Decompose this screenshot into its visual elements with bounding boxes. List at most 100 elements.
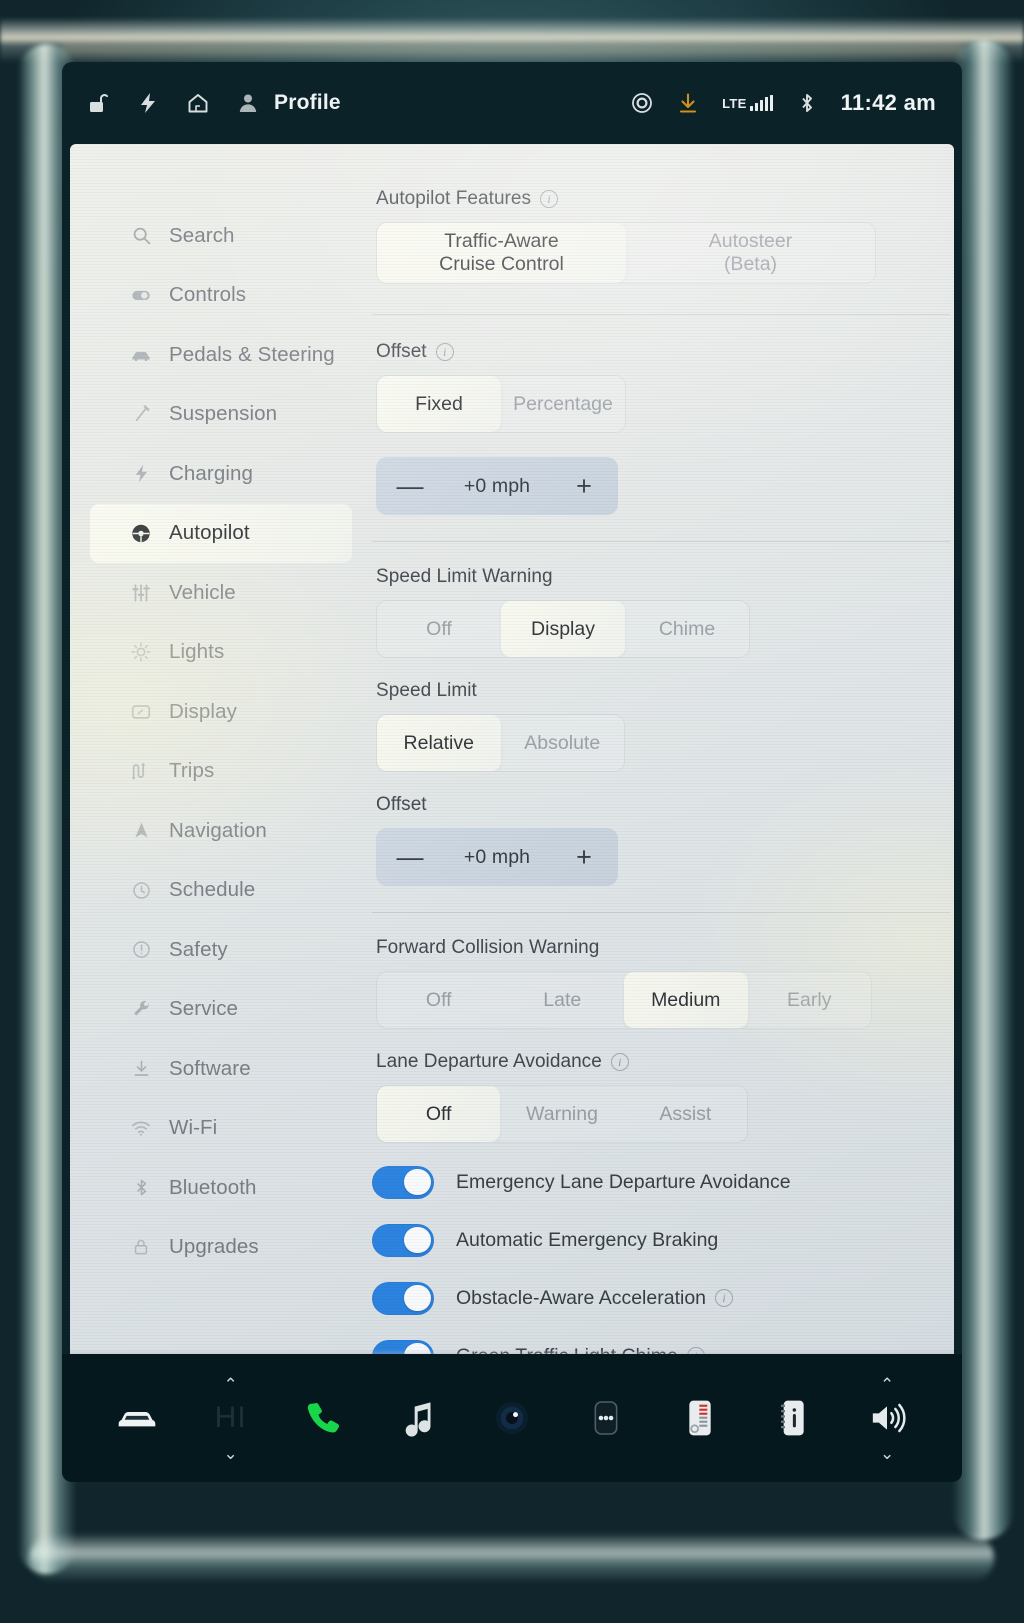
toggle-switch[interactable] [372, 1223, 434, 1257]
sidebar-item-wifi[interactable]: Wi-Fi [90, 1099, 352, 1159]
sidebar-item-navigation[interactable]: Navigation [90, 801, 352, 861]
sidebar-item-lights[interactable]: Lights [90, 623, 352, 683]
sidebar-item-schedule[interactable]: Schedule [90, 861, 352, 921]
forward-collision-warning-title-row: Forward Collision Warning [376, 937, 954, 959]
autopilot-features-title-row: Autopilot Features i [376, 188, 954, 210]
sidebar-item-label: Trips [169, 759, 215, 783]
cellular-signal-indicator: LTE [722, 95, 773, 111]
divider [372, 541, 950, 542]
software-download-icon[interactable] [676, 91, 700, 115]
toggle-switch[interactable] [372, 1165, 434, 1199]
sidebar-item-display[interactable]: Display [90, 682, 352, 742]
settings-panel: Search Controls Pedals & Steering Suspen… [70, 144, 954, 1354]
display-icon [130, 701, 152, 723]
sidebar-item-controls[interactable]: Controls [90, 266, 352, 326]
sidebar-item-safety[interactable]: Safety [90, 920, 352, 980]
toggle-row-automatic-emergency-braking[interactable]: Automatic Emergency Braking [372, 1211, 954, 1269]
offset-mode-option-fixed[interactable]: Fixed [377, 376, 501, 432]
unlock-icon[interactable] [86, 91, 110, 115]
charge-bolt-icon[interactable] [136, 91, 160, 115]
offset-value: +0 mph [463, 474, 531, 497]
toggle-row-obstacle-aware-acceleration[interactable]: Obstacle-Aware Acceleration i [372, 1269, 954, 1327]
toggle-row-emergency-lane-departure[interactable]: Emergency Lane Departure Avoidance [372, 1153, 954, 1211]
dock-phone[interactable] [278, 1354, 372, 1482]
speed-limit-segmented: Relative Absolute [376, 714, 625, 772]
dots-icon [594, 1401, 618, 1435]
steering-wheel-icon [130, 522, 152, 544]
dock-vehicle-info[interactable] [746, 1354, 840, 1482]
profile-avatar-icon[interactable] [236, 91, 260, 115]
dock-car-controls[interactable] [90, 1354, 184, 1482]
speed-limit-option-absolute[interactable]: Absolute [501, 715, 625, 771]
offset-increment-button[interactable]: + [570, 843, 598, 871]
fcw-option-early[interactable]: Early [748, 972, 872, 1028]
record-circle-icon[interactable] [630, 91, 654, 115]
profile-label[interactable]: Profile [274, 91, 341, 115]
chevron-down-icon[interactable]: ⌄ [224, 1445, 238, 1462]
lda-option-assist[interactable]: Assist [624, 1086, 747, 1142]
sidebar-item-label: Pedals & Steering [169, 342, 335, 366]
sidebar-item-label: Controls [169, 283, 247, 307]
fcw-option-off[interactable]: Off [377, 972, 501, 1028]
dock-seat-heater[interactable] [653, 1354, 747, 1482]
slw-option-display[interactable]: Display [501, 601, 625, 657]
offset-decrement-button[interactable]: — [396, 843, 424, 871]
bottom-dock: ⌃ HI ⌄ ⌃ ⌄ [62, 1354, 962, 1482]
chevron-up-icon[interactable]: ⌃ [224, 1376, 238, 1393]
offset-decrement-button[interactable]: — [396, 472, 424, 500]
settings-content: Autopilot Features i Traffic-Aware Cruis… [370, 144, 954, 1354]
toggle-label-text: Automatic Emergency Braking [456, 1228, 719, 1251]
section-label: Speed Limit [376, 680, 477, 701]
sidebar-item-upgrades[interactable]: Upgrades [90, 1218, 352, 1278]
dock-media[interactable] [371, 1354, 465, 1482]
info-icon[interactable]: i [540, 190, 559, 208]
chevron-up-icon[interactable]: ⌃ [880, 1376, 894, 1393]
settings-sidebar: Search Controls Pedals & Steering Suspen… [70, 144, 370, 1354]
sidebar-item-label: Schedule [169, 878, 256, 902]
music-note-icon [405, 1402, 431, 1437]
divider [372, 314, 950, 315]
info-icon[interactable]: i [610, 1053, 629, 1071]
sidebar-item-suspension[interactable]: Suspension [90, 385, 352, 445]
offset-increment-button[interactable]: + [570, 472, 598, 500]
signal-bars-icon [749, 95, 773, 111]
section-label: Offset [376, 794, 427, 815]
sidebar-item-service[interactable]: Service [90, 980, 352, 1040]
sidebar-item-charging[interactable]: Charging [90, 444, 352, 504]
info-icon[interactable]: i [715, 1289, 734, 1307]
sidebar-item-bluetooth[interactable]: Bluetooth [90, 1158, 352, 1218]
fcw-option-medium[interactable]: Medium [624, 972, 748, 1028]
lda-option-warning[interactable]: Warning [500, 1086, 623, 1142]
toggle-label: Obstacle-Aware Acceleration i [456, 1287, 734, 1310]
autopilot-feature-option-autosteer[interactable]: Autosteer (Beta) [626, 223, 875, 283]
sidebar-item-software[interactable]: Software [90, 1039, 352, 1099]
lda-option-off[interactable]: Off [377, 1086, 501, 1142]
chevron-down-icon[interactable]: ⌄ [880, 1445, 894, 1462]
slw-option-chime[interactable]: Chime [625, 601, 749, 657]
info-icon[interactable]: i [435, 343, 454, 361]
panel-bottom-edge [70, 1349, 954, 1354]
toggle-switch[interactable] [372, 1281, 434, 1315]
sidebar-item-pedals-steering[interactable]: Pedals & Steering [90, 325, 352, 385]
dock-more-apps[interactable] [559, 1354, 653, 1482]
sidebar-item-vehicle[interactable]: Vehicle [90, 563, 352, 623]
slw-option-off[interactable]: Off [377, 601, 501, 657]
speed-limit-option-relative[interactable]: Relative [377, 715, 501, 771]
sidebar-item-search[interactable]: Search [90, 206, 352, 266]
section-label: Autopilot Features [376, 188, 532, 209]
offset-mode-option-percentage[interactable]: Percentage [501, 376, 625, 432]
dock-volume[interactable]: ⌃ ⌄ [840, 1354, 934, 1482]
home-icon[interactable] [186, 91, 210, 115]
sidebar-item-autopilot[interactable]: Autopilot [90, 503, 352, 563]
sidebar-item-trips[interactable]: Trips [90, 742, 352, 802]
suspension-icon [130, 403, 152, 425]
sidebar-item-label: Lights [169, 640, 225, 664]
status-bar-right: LTE 11:42 am [630, 90, 936, 116]
bluetooth-icon[interactable] [795, 91, 819, 115]
fcw-option-late[interactable]: Late [501, 972, 625, 1028]
dock-climate-temperature[interactable]: ⌃ HI ⌄ [184, 1354, 278, 1482]
speed-limit-title-row: Speed Limit [376, 680, 954, 702]
autopilot-feature-option-tacc[interactable]: Traffic-Aware Cruise Control [377, 223, 626, 283]
dock-camera[interactable] [465, 1354, 559, 1482]
lane-departure-avoidance-segmented: Off Warning Assist [376, 1085, 748, 1143]
